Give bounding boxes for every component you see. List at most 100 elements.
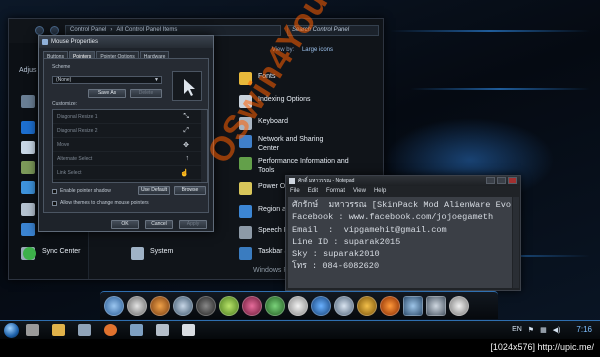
cp-item-label: Performance Information and Tools <box>258 158 349 174</box>
diagonal-resize-icon: ⤡ <box>183 112 189 120</box>
gear-icon[interactable] <box>196 295 216 316</box>
media-player-icon[interactable] <box>78 324 91 336</box>
device-icon[interactable] <box>21 141 35 154</box>
taskbar-icon <box>239 247 252 260</box>
checkbox-box[interactable] <box>52 200 57 206</box>
mouse-icon[interactable] <box>449 295 469 316</box>
notepad-icon[interactable] <box>156 324 169 336</box>
window-icon[interactable] <box>173 295 193 316</box>
feather-icon[interactable] <box>127 295 147 316</box>
notepad-icon <box>289 178 295 184</box>
use-default-button[interactable]: Use Default <box>138 186 170 195</box>
notepad-title-bar[interactable]: ศักดิ์ มหาวรรณ - Notepad <box>286 176 520 186</box>
folder-icon[interactable] <box>52 324 65 336</box>
control-panel-icon[interactable] <box>130 324 143 336</box>
display-icon[interactable] <box>21 181 35 194</box>
list-item[interactable]: Diagonal Resize 2 ⤢ <box>53 124 207 138</box>
scheme-label: Scheme <box>52 64 71 70</box>
menu-file[interactable]: File <box>290 188 300 194</box>
sync-icon <box>23 247 36 260</box>
volume-icon[interactable]: ◀) <box>553 326 561 334</box>
menu-help[interactable]: Help <box>374 188 386 194</box>
globe-icon[interactable] <box>21 121 35 134</box>
cancel-button[interactable]: Cancel <box>145 220 173 229</box>
badge-21-icon[interactable] <box>357 295 377 316</box>
display-icon[interactable] <box>426 295 446 316</box>
list-item-label: Link Select <box>57 169 82 176</box>
customize-label: Customize: <box>52 101 78 107</box>
clock[interactable]: 7:16 <box>576 325 592 334</box>
text-line: Line ID : suparak2015 <box>292 236 401 247</box>
text-line: Email : vipgamehit@gmail.com <box>292 224 447 235</box>
language-indicator[interactable]: EN <box>512 326 522 333</box>
window-switch-icon[interactable] <box>403 295 423 316</box>
settings-icon[interactable] <box>334 295 354 316</box>
menu-edit[interactable]: Edit <box>308 188 318 194</box>
list-item[interactable]: Alternate Select ↑ <box>53 152 207 166</box>
image-footer: [1024x576] http://upic.me/ <box>0 339 600 357</box>
back-button[interactable] <box>35 25 44 35</box>
delete-button[interactable]: Delete <box>130 89 162 98</box>
taskbar: EN ⚑ ▦ ◀) 7:16 <box>0 320 600 339</box>
browse-button[interactable]: Browse <box>174 186 206 195</box>
cp-item-label: Windows F <box>253 267 288 274</box>
minimize-button[interactable] <box>486 177 495 184</box>
list-item[interactable]: Move ✥ <box>53 138 207 152</box>
cp-item-partial[interactable]: Windows F <box>253 266 288 275</box>
maximize-button[interactable] <box>497 177 506 184</box>
clock-green-icon[interactable] <box>219 295 239 316</box>
breadcrumb-all-items[interactable]: All Control Panel Items <box>116 27 177 33</box>
alienware-icon[interactable] <box>311 295 331 316</box>
left-pane-title: Adjus <box>19 67 37 74</box>
text-line: Facebook : www.facebook.com/jojoegameth <box>292 212 494 223</box>
cp-item-system[interactable]: System <box>131 247 173 260</box>
pointer-customize-list[interactable]: Diagonal Resize 1 ⤡ Diagonal Resize 2 ⤢ Mo… <box>52 109 208 183</box>
address-bar[interactable]: Control Panel › All Control Panel Items <box>65 24 281 36</box>
mouse-icon[interactable] <box>182 324 195 336</box>
footer-text: [1024x576] http://upic.me/ <box>490 342 594 352</box>
close-button[interactable] <box>508 177 517 184</box>
cp-item-label: System <box>150 248 174 255</box>
forward-button[interactable] <box>50 25 59 35</box>
keyboard-icon[interactable] <box>21 203 35 216</box>
notepad-menu-bar: File Edit Format View Help <box>286 186 520 196</box>
notepad-text-area[interactable]: ศักรักษ์ มหาวรรณ [SkinPack Mod AlienWare… <box>288 197 512 288</box>
network-icon[interactable] <box>21 223 35 236</box>
apply-button[interactable]: Apply <box>179 220 207 229</box>
ok-button[interactable]: OK <box>111 220 139 229</box>
list-item[interactable]: Link Select ☝ <box>53 166 207 180</box>
save-as-button[interactable]: Save As <box>88 89 126 98</box>
analog-clock-icon[interactable] <box>288 295 308 316</box>
system-icon <box>131 247 144 260</box>
cp-item-performance[interactable]: Performance Information and Tools <box>239 157 351 175</box>
wallpaper-stripe <box>390 30 590 32</box>
scheme-select[interactable]: (None) ▼ <box>52 76 162 84</box>
enable-shadow-checkbox[interactable]: Enable pointer shadow <box>52 188 111 194</box>
clock-pink-icon[interactable] <box>242 295 262 316</box>
dock <box>100 291 498 319</box>
computer-icon[interactable] <box>104 295 124 316</box>
firefox-icon[interactable] <box>380 295 400 316</box>
list-item-label: Alternate Select <box>57 155 93 162</box>
cp-item-sync-center[interactable]: Sync Center <box>23 247 81 260</box>
firefox-icon[interactable] <box>104 324 117 336</box>
folder-icon[interactable] <box>21 161 35 174</box>
wallpaper-stripe <box>410 88 590 90</box>
flag-icon[interactable]: ⚑ <box>528 326 534 334</box>
link-select-icon: ☝ <box>180 169 189 177</box>
mouse-icon[interactable] <box>21 95 35 108</box>
menu-view[interactable]: View <box>353 188 366 194</box>
menu-format[interactable]: Format <box>326 188 345 194</box>
network-icon[interactable]: ▦ <box>540 326 547 334</box>
checkbox-box[interactable] <box>52 188 57 194</box>
user-icon[interactable] <box>26 324 39 336</box>
allow-themes-checkbox[interactable]: Allow themes to change mouse pointers <box>52 200 149 206</box>
dialog-title-bar[interactable]: Mouse Properties <box>39 36 213 48</box>
breadcrumb-control-panel[interactable]: Control Panel <box>70 27 106 33</box>
list-item[interactable]: Diagonal Resize 1 ⤡ <box>53 110 207 124</box>
notepad-scrollbar[interactable] <box>513 197 519 288</box>
performance-icon <box>239 157 252 170</box>
media-icon[interactable] <box>150 295 170 316</box>
clock-icon[interactable] <box>265 295 285 316</box>
start-button[interactable] <box>4 323 19 338</box>
